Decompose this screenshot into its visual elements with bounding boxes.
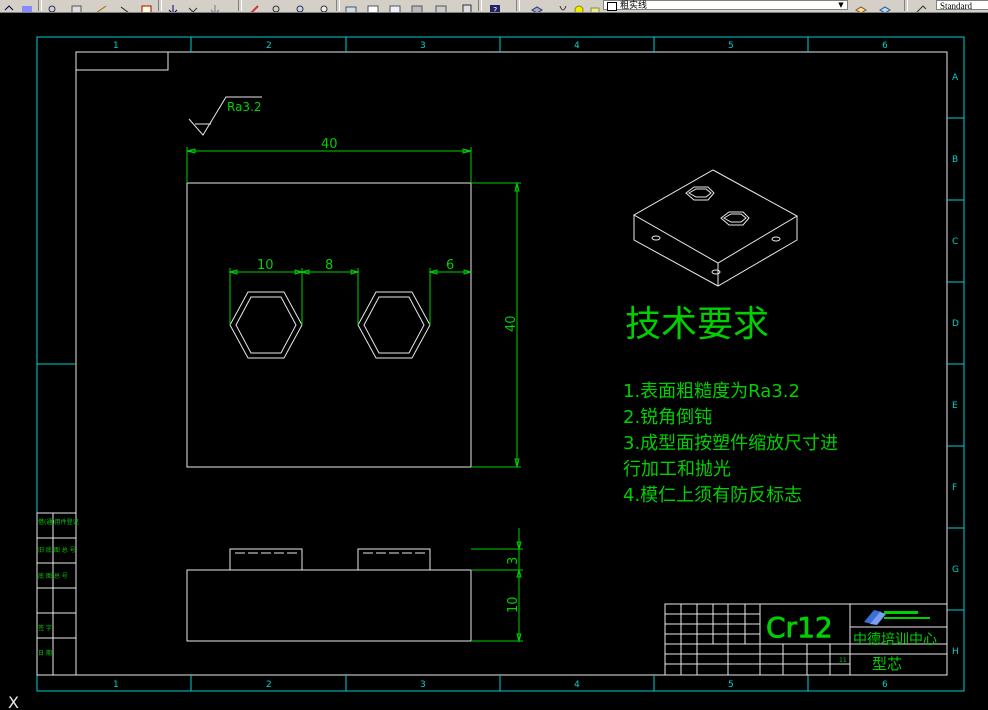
toolbar-separator	[336, 0, 340, 11]
make-current-icon[interactable]	[854, 0, 868, 12]
text-style-name: Standard	[940, 1, 972, 11]
front-view	[186, 548, 472, 642]
dimension-label: 8	[325, 258, 333, 273]
zone-col-label: 1	[113, 41, 119, 51]
redo-arrow-icon[interactable]	[208, 0, 222, 12]
tech-req-line: 行加工和抛光	[623, 459, 731, 480]
roughness-value: Ra3.2	[227, 100, 262, 114]
toolbar-separator	[478, 0, 482, 11]
dimension-front	[471, 528, 523, 643]
toolbar-separator	[516, 0, 520, 11]
zoom-window-icon[interactable]	[70, 0, 84, 12]
side-strip-label: 底 图 总 号	[38, 572, 68, 580]
properties-icon[interactable]	[118, 0, 132, 12]
layer-color-swatch	[607, 2, 617, 11]
isometric-view	[632, 169, 799, 287]
zone-row-label: D	[952, 319, 959, 329]
zone-col-label: 3	[420, 680, 426, 690]
outer-border	[36, 36, 965, 692]
dimension-label: 40	[321, 137, 338, 152]
zone-col-label: 2	[266, 41, 272, 51]
cad-drawing-canvas[interactable]: 1 2 3 4 5 6 1 2 3 4 5 6 A B C D E F G H …	[0, 12, 988, 710]
matchprop-icon[interactable]	[140, 0, 154, 12]
hex-pocket-left	[229, 291, 303, 359]
hex-pocket-right	[357, 291, 431, 359]
tech-req-title: 技术要求	[625, 304, 769, 345]
zone-row-label: C	[952, 237, 958, 247]
layer-previous-icon[interactable]	[878, 0, 892, 12]
redo-icon[interactable]	[20, 0, 34, 12]
chevron-down-icon[interactable]: ▼	[836, 1, 846, 10]
side-strip-label: 借(通)用件登记	[38, 518, 79, 526]
title-block-cell: 11	[839, 657, 847, 664]
pan-hand-icon[interactable]	[248, 0, 262, 12]
company-logo	[864, 610, 930, 625]
dimension-label: 10	[257, 258, 274, 273]
zone-col-label: 2	[266, 680, 272, 690]
calculator-icon[interactable]	[460, 0, 474, 12]
side-strip-label: 签 字	[38, 624, 52, 632]
dimension-label: 6	[446, 258, 454, 273]
zone-row-label: H	[952, 647, 959, 657]
zoom-in-icon[interactable]	[294, 0, 308, 12]
dropdown-arrow-icon[interactable]	[186, 0, 200, 12]
tech-req-line: 4.模仁上须有防反标志	[623, 485, 802, 506]
dimension-label: 3	[506, 557, 521, 565]
arrow-down-icon[interactable]	[166, 0, 180, 12]
pan-icon[interactable]	[94, 0, 108, 12]
ucs-x-axis-label: X	[8, 693, 19, 710]
zone-ticks-top	[37, 37, 964, 691]
text-style-dropdown[interactable]: Standard	[936, 0, 988, 11]
toolbar-separator	[238, 0, 242, 11]
zone-col-label: 1	[113, 680, 119, 690]
zone-col-label: 3	[420, 41, 426, 51]
layer-manager-icon[interactable]	[530, 0, 544, 12]
sheet-set-icon[interactable]	[434, 0, 448, 12]
zone-col-label: 6	[882, 41, 888, 51]
layer-dropdown[interactable]: 粗实线	[603, 0, 848, 11]
zoom-realtime-icon[interactable]	[46, 0, 60, 12]
part-name: 型芯	[872, 655, 902, 673]
text-style-icon[interactable]	[914, 0, 928, 12]
company-name: 中德培训中心	[853, 632, 937, 648]
tool-palette-icon[interactable]	[410, 0, 424, 12]
tech-req-line: 1.表面粗糙度为Ra3.2	[623, 381, 800, 402]
layer-freeze-icon[interactable]	[572, 0, 586, 12]
zoom-icon[interactable]	[270, 0, 284, 12]
side-strip-label: 旧 底 图 总 号	[38, 546, 76, 554]
zone-row-label: B	[952, 155, 958, 165]
zone-row-label: E	[952, 401, 958, 411]
distance-icon[interactable]	[344, 0, 358, 12]
layer-on-icon[interactable]	[556, 0, 570, 11]
layer-lock-icon[interactable]	[588, 0, 602, 12]
corner-code-box	[75, 51, 169, 71]
undo-icon[interactable]	[2, 0, 16, 11]
layer-name: 粗实线	[620, 1, 648, 11]
tech-req-line: 3.成型面按塑件缩放尺寸进	[623, 433, 838, 454]
zone-row-label: F	[952, 483, 957, 493]
dimension-label: 10	[506, 596, 521, 613]
zone-col-label: 4	[574, 680, 580, 690]
dimension-width-40	[186, 147, 472, 183]
material-label: Cr12	[766, 611, 833, 644]
help-icon[interactable]: ?	[488, 0, 502, 12]
zone-col-label: 4	[574, 41, 580, 51]
dimension-label: 40	[504, 315, 519, 332]
zone-row-label: G	[952, 565, 959, 575]
inner-frame	[75, 51, 948, 676]
tech-req-line: 2.锐角倒钝	[623, 407, 712, 428]
side-strip-label: 日 期	[38, 649, 52, 657]
zone-col-label: 5	[728, 680, 734, 690]
area-icon[interactable]	[366, 0, 380, 12]
zone-col-label: 5	[728, 41, 734, 51]
list-icon[interactable]	[388, 0, 402, 12]
zone-row-label: A	[952, 73, 959, 83]
toolbar-separator	[158, 0, 162, 11]
toolbar-separator	[38, 0, 42, 11]
zone-col-label: 6	[882, 680, 888, 690]
zoom-out-icon[interactable]	[318, 0, 332, 12]
toolbar-separator	[904, 0, 908, 11]
